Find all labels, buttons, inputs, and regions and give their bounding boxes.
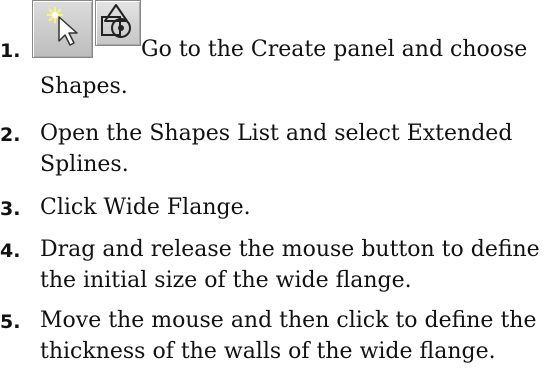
step-text-line-2: Splines. <box>40 152 129 177</box>
step-text: Drag and release the mouse button to def… <box>40 234 545 296</box>
step-number: 4. <box>0 240 21 262</box>
step-number: 5. <box>0 311 21 333</box>
shapes-icon <box>95 0 141 46</box>
step-text-line-1: Go to the Create panel and choose <box>141 37 528 62</box>
step-text-line-2: thickness of the walls of the wide flang… <box>40 339 496 364</box>
step-text: Click Wide Flange. <box>40 192 545 223</box>
step-number: 2. <box>0 124 21 146</box>
step-text-line-1: Move the mouse and then click to define … <box>40 308 537 333</box>
create-panel-icon <box>32 0 93 58</box>
step-number: 1. <box>0 40 21 62</box>
step-text: Move the mouse and then click to define … <box>40 305 545 367</box>
step-number: 3. <box>0 198 21 220</box>
step-text: Open the Shapes List and select Extended… <box>40 118 545 180</box>
step-text-line-1: Drag and release the mouse button to def… <box>40 237 540 262</box>
step-text-line-1: Click Wide Flange. <box>40 195 251 220</box>
step-text-line-2: Shapes. <box>40 74 128 99</box>
step-text-line-2: the initial size of the wide flange. <box>40 268 412 293</box>
step-text-line-1: Open the Shapes List and select Extended <box>40 121 513 146</box>
